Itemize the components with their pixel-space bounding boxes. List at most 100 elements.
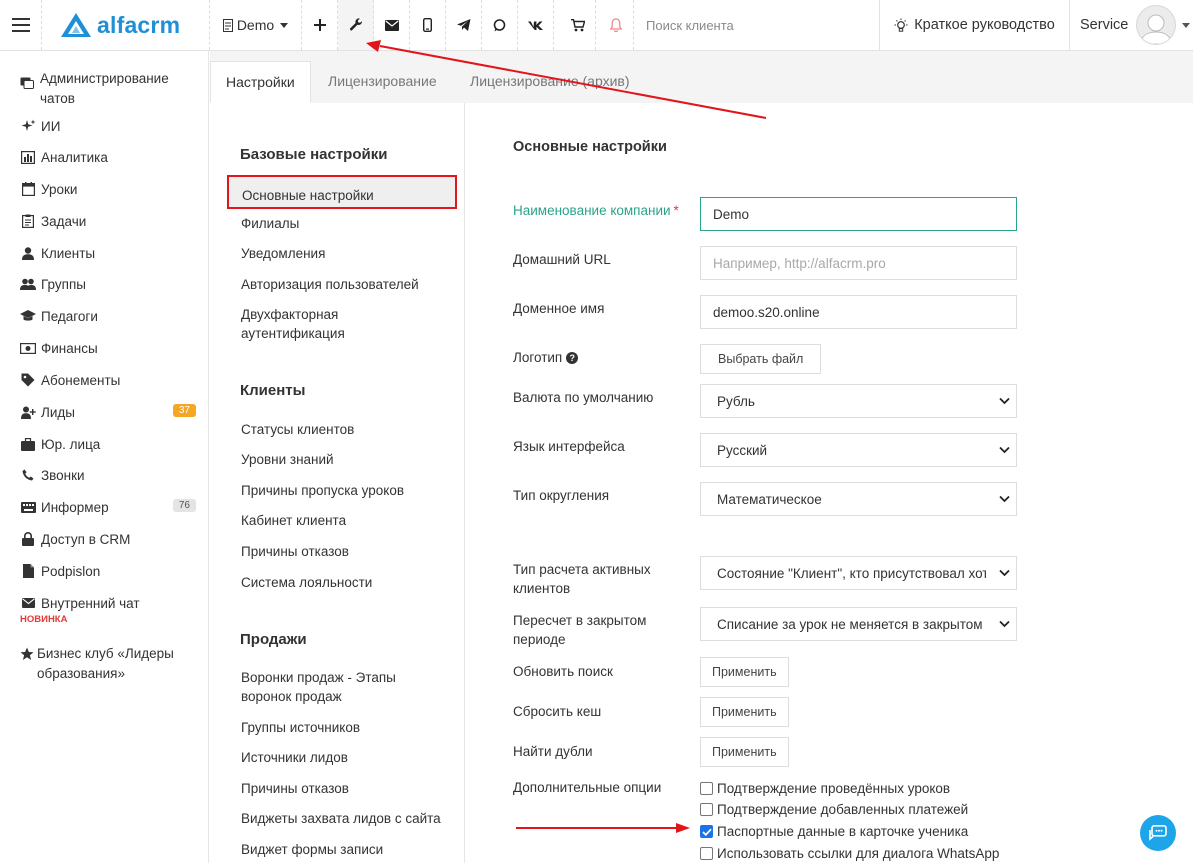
branch-dropdown[interactable]: Demo (210, 0, 302, 50)
nav-item-main-settings[interactable]: Основные настройки (227, 175, 457, 209)
company-name-input[interactable] (700, 197, 1017, 231)
check-icon (701, 828, 712, 836)
currency-select[interactable]: Рубль (700, 384, 1017, 418)
option-label: Подтверждение добавленных платежей (717, 802, 969, 817)
sidebar-item-tasks[interactable]: Задачи (20, 213, 196, 229)
cart-button[interactable] (560, 0, 596, 50)
tab-licensing-archive[interactable]: Лицензирование (архив) (455, 61, 645, 103)
graduation-cap-icon (20, 308, 36, 324)
tab-settings[interactable]: Настройки (210, 61, 311, 103)
checkbox[interactable] (700, 782, 713, 795)
tab-licensing[interactable]: Лицензирование (313, 61, 452, 103)
nav-item-lead-widgets[interactable]: Виджеты захвата лидов с сайта (241, 809, 451, 828)
nav-item-loyalty[interactable]: Система лояльности (241, 573, 451, 592)
domain-input[interactable] (700, 295, 1017, 329)
logo[interactable]: alfacrm (42, 0, 210, 50)
notifications-button[interactable] (598, 0, 634, 50)
nav-item-refusal-reasons[interactable]: Причины отказов (241, 542, 451, 561)
top-navbar: alfacrm Demo Краткое руководство Service (0, 0, 1193, 51)
client-search-input[interactable] (646, 17, 866, 33)
phone-button[interactable] (410, 0, 446, 50)
nav-item-client-cabinet[interactable]: Кабинет клиента (241, 511, 451, 530)
whatsapp-button[interactable] (482, 0, 518, 50)
nav-item-branches[interactable]: Филиалы (241, 214, 451, 233)
sidebar-item-label: Аналитика (41, 149, 108, 165)
lightbulb-icon (894, 18, 908, 32)
users-icon (20, 276, 36, 292)
nav-item-client-statuses[interactable]: Статусы клиентов (241, 420, 451, 439)
sidebar-item-teachers[interactable]: Педагоги (20, 308, 196, 324)
sidebar-item-crm-access[interactable]: Доступ в CRM (20, 531, 196, 547)
refresh-search-button[interactable]: Применить (700, 657, 789, 687)
section-title-sales: Продажи (240, 631, 307, 648)
sidebar-item-informer[interactable]: Информер 76 (20, 499, 196, 515)
vk-button[interactable] (518, 0, 554, 50)
option-confirm-payments[interactable]: Подтверждение добавленных платежей (700, 802, 968, 817)
sidebar-item-groups[interactable]: Группы (20, 276, 196, 292)
option-confirm-lessons[interactable]: Подтверждение проведённых уроков (700, 781, 950, 796)
sidebar-item-business-club[interactable]: Бизнес клуб «Лидеры образования» (20, 644, 196, 684)
keyboard-icon (20, 499, 36, 515)
wrench-icon (349, 18, 362, 31)
sidebar-item-podpislon[interactable]: Podpislon (20, 563, 196, 579)
user-name: Service (1080, 17, 1129, 33)
main-sidebar: Администрирование чатов ИИ Аналитика Уро… (0, 51, 209, 863)
find-duplicates-button[interactable]: Применить (700, 737, 789, 767)
chat-bubble-icon (1149, 825, 1167, 841)
active-clients-select[interactable]: Состояние "Клиент", кто присутствовал хо… (700, 556, 1017, 590)
rounding-value: Математическое (717, 491, 822, 507)
settings-button[interactable] (338, 0, 374, 50)
choose-file-button[interactable]: Выбрать файл (700, 344, 822, 374)
sidebar-item-legal-entities[interactable]: Юр. лица (20, 436, 196, 452)
settings-tabs: Настройки Лицензирование Лицензирование … (210, 51, 1193, 103)
sidebar-item-finance[interactable]: Финансы (20, 340, 196, 356)
nav-item-booking-widget[interactable]: Виджет формы записи (241, 840, 451, 859)
nav-item-absence-reasons[interactable]: Причины пропуска уроков (241, 481, 451, 500)
user-menu[interactable]: Service (1070, 0, 1193, 50)
sidebar-item-chat-admin[interactable]: Администрирование чатов (20, 69, 196, 109)
menu-toggle-button[interactable] (0, 0, 42, 50)
quick-guide-button[interactable]: Краткое руководство (880, 0, 1070, 50)
logo-label: Логотип? (513, 348, 683, 367)
support-chat-button[interactable] (1140, 815, 1176, 851)
sidebar-item-calls[interactable]: Звонки (20, 467, 196, 483)
nav-item-refusal-reasons-sales[interactable]: Причины отказов (241, 779, 451, 798)
briefcase-icon (20, 436, 36, 452)
home-url-input[interactable] (700, 246, 1017, 280)
checkbox[interactable] (700, 847, 713, 860)
language-select[interactable]: Русский (700, 433, 1017, 467)
nav-item-notifications[interactable]: Уведомления (241, 244, 451, 263)
client-search[interactable] (634, 0, 880, 50)
nav-item-source-groups[interactable]: Группы источников (241, 718, 451, 737)
rounding-select[interactable]: Математическое (700, 482, 1017, 516)
nav-item-sales-funnels[interactable]: Воронки продаж - Этапы воронок продаж (241, 668, 426, 706)
nav-item-2fa[interactable]: Двухфакторная аутентификация (241, 305, 391, 343)
sidebar-item-label: Информер (41, 499, 109, 515)
sidebar-item-leads[interactable]: Лиды 37 (20, 404, 196, 420)
telegram-button[interactable] (446, 0, 482, 50)
checkbox-checked[interactable] (700, 825, 713, 838)
domain-label: Доменное имя (513, 301, 605, 316)
option-whatsapp-links[interactable]: Использовать ссылки для диалога WhatsApp (700, 846, 999, 861)
sidebar-item-analytics[interactable]: Аналитика (20, 149, 196, 165)
option-passport-data[interactable]: Паспортные данные в карточке ученика (700, 824, 968, 839)
sidebar-item-ai[interactable]: ИИ (20, 118, 196, 134)
sidebar-item-label: Podpislon (41, 563, 101, 579)
nav-item-user-auth[interactable]: Авторизация пользователей (241, 275, 451, 294)
nav-item-lead-sources[interactable]: Источники лидов (241, 748, 451, 767)
mail-button[interactable] (374, 0, 410, 50)
help-icon[interactable]: ? (566, 352, 579, 365)
checkbox[interactable] (700, 803, 713, 816)
reset-cache-button[interactable]: Применить (700, 697, 789, 727)
sidebar-item-label: ИИ (41, 118, 61, 134)
recalc-select[interactable]: Списание за урок не меняется в закрытом … (700, 607, 1017, 641)
extra-options-label: Дополнительные опции (513, 780, 662, 795)
sidebar-item-clients[interactable]: Клиенты (20, 245, 196, 261)
sidebar-item-subscriptions[interactable]: Абонементы (20, 372, 196, 388)
sidebar-item-lessons[interactable]: Уроки (20, 181, 196, 197)
sidebar-item-internal-chat[interactable]: Внутренний чат (20, 595, 196, 611)
option-label: Паспортные данные в карточке ученика (717, 824, 969, 839)
nav-item-knowledge-levels[interactable]: Уровни знаний (241, 450, 451, 469)
add-button[interactable] (302, 0, 338, 50)
bell-icon (609, 18, 622, 32)
